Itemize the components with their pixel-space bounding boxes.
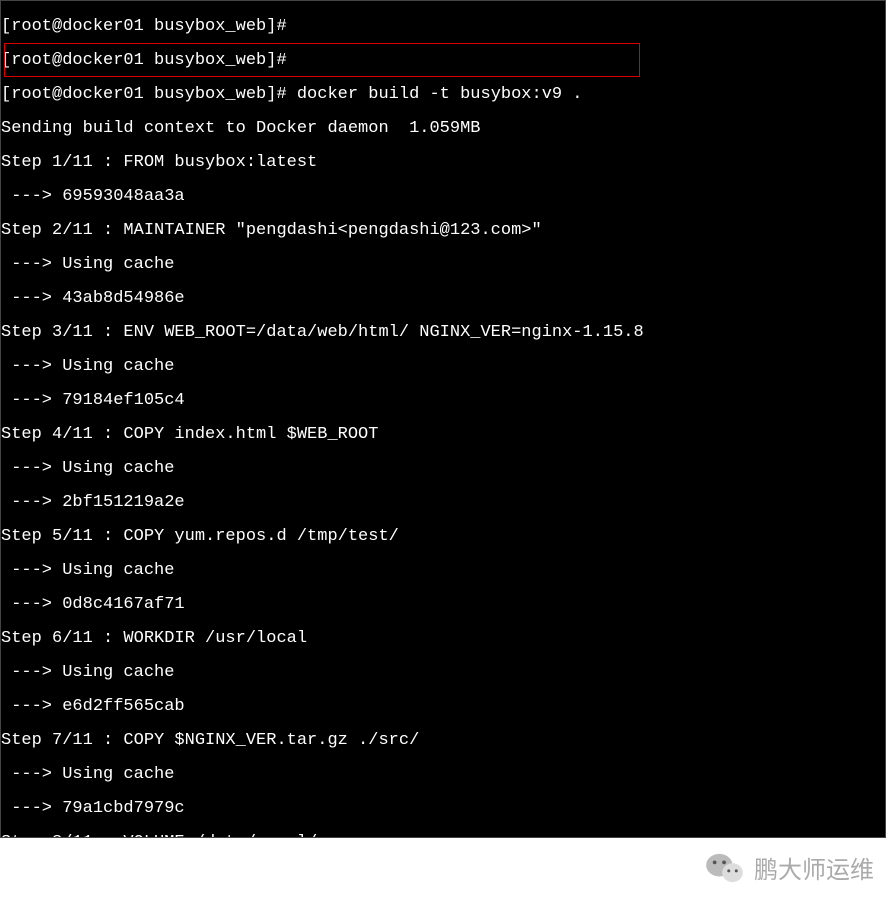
wechat-icon — [706, 852, 744, 884]
output-line: Step 1/11 : FROM busybox:latest — [1, 154, 885, 171]
output-line: ---> Using cache — [1, 460, 885, 477]
output-line: ---> 69593048aa3a — [1, 188, 885, 205]
output-line: Step 3/11 : ENV WEB_ROOT=/data/web/html/… — [1, 324, 885, 341]
watermark-text: 鹏大师运维 — [754, 850, 874, 885]
output-line: Sending build context to Docker daemon 1… — [1, 120, 885, 137]
output-line: ---> Using cache — [1, 766, 885, 783]
output-line: Step 7/11 : COPY $NGINX_VER.tar.gz ./src… — [1, 732, 885, 749]
output-line: ---> 2bf151219a2e — [1, 494, 885, 511]
output-line: ---> e6d2ff565cab — [1, 698, 885, 715]
output-line: ---> Using cache — [1, 664, 885, 681]
output-line: ---> 0d8c4167af71 — [1, 596, 885, 613]
output-line: Step 2/11 : MAINTAINER "pengdashi<pengda… — [1, 222, 885, 239]
output-line: ---> 43ab8d54986e — [1, 290, 885, 307]
command-line: [root@docker01 busybox_web]# docker buil… — [1, 86, 885, 103]
terminal-window[interactable]: [root@docker01 busybox_web]# [root@docke… — [0, 0, 886, 838]
prompt-line: [root@docker01 busybox_web]# — [1, 52, 885, 69]
prompt-line: [root@docker01 busybox_web]# — [1, 18, 885, 35]
output-line: Step 8/11 : VOLUME /data/mysql/ — [1, 834, 885, 838]
output-line: ---> 79184ef105c4 — [1, 392, 885, 409]
watermark: 鹏大师运维 — [706, 850, 874, 885]
output-line: Step 4/11 : COPY index.html $WEB_ROOT — [1, 426, 885, 443]
output-line: ---> 79a1cbd7979c — [1, 800, 885, 817]
output-line: Step 5/11 : COPY yum.repos.d /tmp/test/ — [1, 528, 885, 545]
output-line: Step 6/11 : WORKDIR /usr/local — [1, 630, 885, 647]
prompt: [root@docker01 busybox_web]# — [1, 85, 297, 104]
output-line: ---> Using cache — [1, 256, 885, 273]
docker-build-command: docker build -t busybox:v9 . — [297, 85, 583, 104]
output-line: ---> Using cache — [1, 358, 885, 375]
output-line: ---> Using cache — [1, 562, 885, 579]
